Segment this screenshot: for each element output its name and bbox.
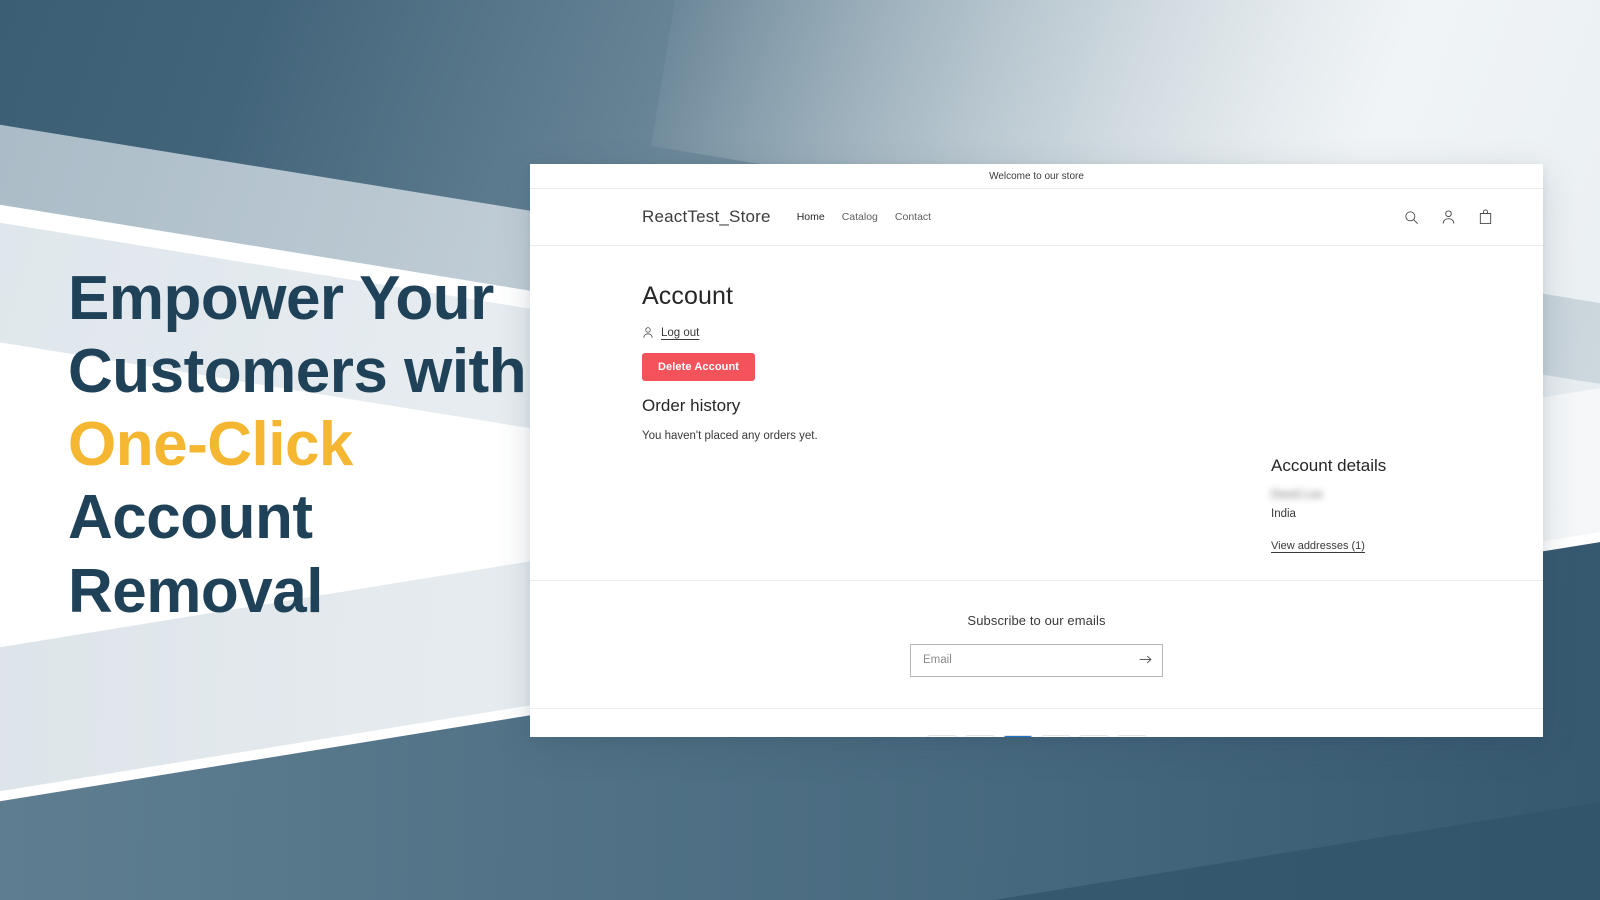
nav-item-home[interactable]: Home (797, 211, 825, 223)
customer-name-redacted: David Lee (1271, 489, 1323, 501)
subscribe-submit-button[interactable] (1128, 645, 1162, 676)
paypal-icon (1040, 734, 1071, 737)
person-icon (642, 326, 654, 339)
account-details-panel: Account details David Lee India View add… (1271, 456, 1507, 554)
order-history-empty-text: You haven't placed any orders yet. (642, 430, 818, 442)
hero-line-2: Customers with (68, 337, 527, 407)
newsletter-form (910, 643, 1163, 677)
payment-methods-group: VISA AM EX (926, 734, 1147, 737)
newsletter-section: Subscribe to our emails (530, 581, 1543, 709)
arrow-right-icon (1139, 653, 1152, 668)
customer-country: India (1271, 508, 1296, 520)
logout-link[interactable]: Log out (661, 327, 699, 339)
search-icon[interactable] (1404, 210, 1419, 225)
hero-line-3-accent: One-Click (68, 410, 353, 480)
store-logo[interactable]: ReactTest_Store (642, 207, 771, 227)
newsletter-title: Subscribe to our emails (967, 612, 1106, 628)
storefront-window: Welcome to our store ReactTest_Store Hom… (530, 164, 1543, 737)
main-nav: Home Catalog Contact (797, 211, 931, 223)
page-root: Empower Your Customers with One-Click Ac… (0, 0, 1600, 900)
nav-item-contact[interactable]: Contact (895, 211, 931, 223)
order-history-title: Order history (642, 396, 741, 415)
header-icon-group (1404, 209, 1493, 225)
diners-club-icon (1078, 734, 1109, 737)
mastercard-icon (964, 734, 995, 737)
hero-headline: Empower Your Customers with One-Click Ac… (68, 262, 538, 628)
nav-item-catalog[interactable]: Catalog (842, 211, 878, 223)
delete-account-button[interactable]: Delete Account (642, 353, 756, 381)
hero-line-5: Removal (68, 556, 323, 626)
account-icon[interactable] (1441, 209, 1456, 225)
store-footer: VISA AM EX (530, 709, 1543, 737)
hero-line-4: Account (68, 483, 313, 553)
cart-icon[interactable] (1478, 209, 1493, 225)
discover-icon: DISCVER (1116, 734, 1147, 737)
account-page-main: Account Log out Delete Account Order his… (530, 246, 1543, 581)
announcement-bar: Welcome to our store (530, 164, 1543, 189)
logout-row[interactable]: Log out (642, 326, 1431, 339)
amex-icon: AM EX (1002, 734, 1033, 737)
page-title: Account (642, 282, 734, 310)
visa-icon: VISA (926, 734, 957, 737)
view-addresses-link[interactable]: View addresses (1) (1271, 540, 1365, 552)
store-header: ReactTest_Store Home Catalog Contact (530, 189, 1543, 246)
email-input[interactable] (911, 654, 1128, 666)
hero-line-1: Empower Your (68, 264, 494, 333)
announcement-text: Welcome to our store (989, 170, 1084, 182)
account-details-title: Account details (1271, 456, 1387, 475)
